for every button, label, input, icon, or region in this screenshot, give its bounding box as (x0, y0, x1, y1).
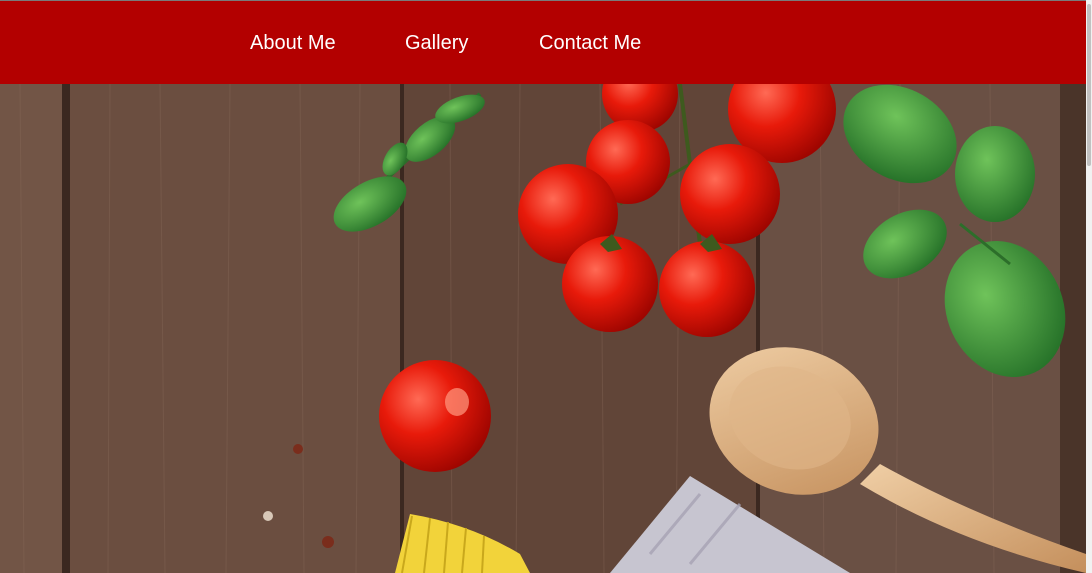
top-navbar: About Me Gallery Contact Me (0, 1, 1086, 84)
hero-food-illustration (0, 84, 1086, 573)
nav-link-gallery[interactable]: Gallery (405, 31, 468, 55)
hero-image (0, 84, 1086, 573)
scrollbar-thumb[interactable] (1087, 4, 1091, 166)
page-scrollbar[interactable] (1086, 0, 1092, 573)
nav-link-contact-me[interactable]: Contact Me (539, 31, 641, 55)
nav-link-about-me[interactable]: About Me (250, 31, 336, 55)
single-tomato (379, 360, 491, 472)
